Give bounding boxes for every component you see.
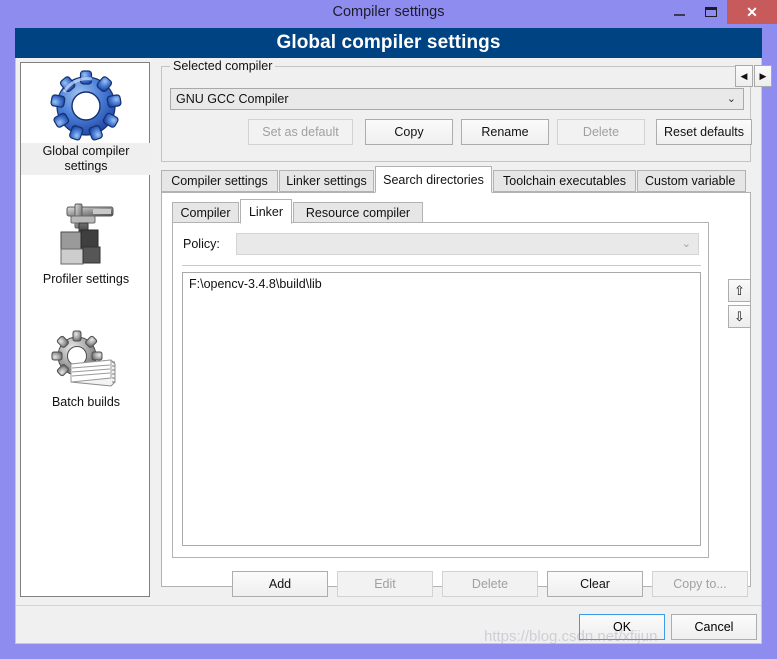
sidebar: Global compiler settings Profiler settin… bbox=[20, 62, 151, 597]
gear-stack-icon bbox=[51, 330, 116, 387]
move-up-button[interactable]: ⇧ bbox=[728, 279, 751, 302]
chevron-down-icon: ⌄ bbox=[726, 93, 736, 105]
selected-compiler-group: Selected compiler GNU GCC Compiler ⌄ Set… bbox=[161, 59, 752, 162]
move-down-button[interactable]: ⇩ bbox=[728, 305, 751, 328]
rename-button[interactable]: Rename bbox=[461, 119, 549, 145]
sidebar-item-global-compiler-settings[interactable]: Global compiler settings bbox=[21, 69, 151, 175]
reset-defaults-button[interactable]: Reset defaults bbox=[656, 119, 752, 145]
footer-divider bbox=[16, 605, 761, 606]
content-panel: Selected compiler GNU GCC Compiler ⌄ Set… bbox=[157, 59, 772, 597]
tab-custom-variable[interactable]: Custom variable bbox=[637, 170, 746, 192]
sidebar-item-profiler-settings[interactable]: Profiler settings bbox=[21, 199, 151, 288]
subtab-linker[interactable]: Linker bbox=[240, 199, 292, 224]
sidebar-item-label: Global compiler settings bbox=[21, 143, 151, 175]
compiler-settings-window: Compiler settings ✕ Global compiler sett… bbox=[0, 0, 777, 659]
policy-label: Policy: bbox=[183, 237, 220, 251]
sub-tab-bar: Compiler Linker Resource compiler bbox=[172, 199, 732, 224]
cancel-button[interactable]: Cancel bbox=[671, 614, 757, 640]
close-icon: ✕ bbox=[746, 4, 758, 20]
search-directories-list[interactable]: F:\opencv-3.4.8\build\lib bbox=[182, 272, 701, 546]
ok-button[interactable]: OK bbox=[579, 614, 665, 640]
window-title: Compiler settings bbox=[332, 4, 445, 20]
blue-gear-icon bbox=[50, 70, 122, 141]
maximize-button[interactable] bbox=[695, 0, 727, 24]
subtab-compiler[interactable]: Compiler bbox=[172, 202, 239, 223]
page-title: Global compiler settings bbox=[15, 28, 762, 58]
linker-directories-panel: Policy: ⌄ F:\opencv-3.4.8\build\lib bbox=[172, 222, 709, 558]
delete-button[interactable]: Delete bbox=[442, 571, 538, 597]
dialog-body: Global compiler settings Profiler settin… bbox=[15, 58, 772, 644]
minimize-button[interactable] bbox=[663, 0, 695, 24]
sidebar-item-label: Profiler settings bbox=[42, 272, 130, 286]
minimize-icon bbox=[673, 14, 685, 16]
tab-compiler-settings[interactable]: Compiler settings bbox=[161, 170, 278, 192]
delete-compiler-button[interactable]: Delete bbox=[557, 119, 645, 145]
list-item[interactable]: F:\opencv-3.4.8\build\lib bbox=[183, 273, 700, 293]
policy-select[interactable]: ⌄ bbox=[236, 233, 699, 255]
sidebar-item-label: Batch builds bbox=[51, 395, 121, 409]
copy-to-button[interactable]: Copy to... bbox=[652, 571, 748, 597]
subtab-resource-compiler[interactable]: Resource compiler bbox=[293, 202, 423, 223]
compiler-select[interactable]: GNU GCC Compiler ⌄ bbox=[170, 88, 744, 110]
divider bbox=[182, 265, 701, 266]
caliper-icon bbox=[60, 203, 114, 265]
title-bar: Compiler settings ✕ bbox=[0, 0, 777, 24]
clear-button[interactable]: Clear bbox=[547, 571, 643, 597]
tab-toolchain-executables[interactable]: Toolchain executables bbox=[493, 170, 636, 192]
tab-linker-settings[interactable]: Linker settings bbox=[279, 170, 374, 192]
chevron-down-icon: ⌄ bbox=[681, 238, 691, 250]
copy-button[interactable]: Copy bbox=[365, 119, 453, 145]
compiler-select-value: GNU GCC Compiler bbox=[176, 92, 289, 106]
tab-search-directories[interactable]: Search directories bbox=[375, 166, 492, 193]
group-title: Selected compiler bbox=[170, 59, 276, 73]
set-as-default-button[interactable]: Set as default bbox=[248, 119, 353, 145]
tab-scroll-left-button[interactable]: ◀ bbox=[735, 65, 753, 87]
sidebar-item-batch-builds[interactable]: Batch builds bbox=[21, 326, 151, 411]
edit-button[interactable]: Edit bbox=[337, 571, 433, 597]
maximize-icon bbox=[705, 7, 717, 17]
search-directories-panel: Compiler Linker Resource compiler Policy… bbox=[161, 192, 751, 597]
tab-bar: Compiler settings Linker settings Search… bbox=[161, 166, 751, 193]
add-button[interactable]: Add bbox=[232, 571, 328, 597]
close-button[interactable]: ✕ bbox=[727, 0, 777, 24]
tab-scroll-right-button[interactable]: ▶ bbox=[754, 65, 772, 87]
